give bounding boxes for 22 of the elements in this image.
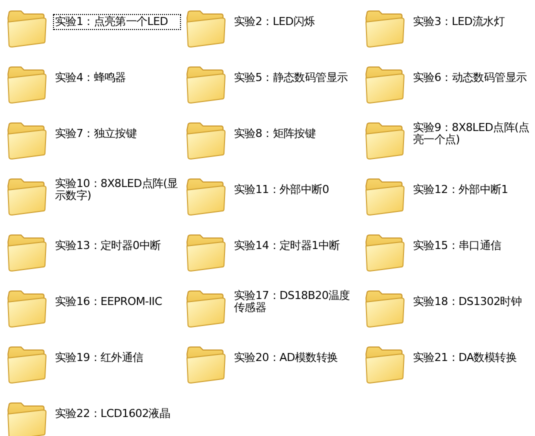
folder-name[interactable]: 实验4：蜂鸣器 xyxy=(53,70,181,86)
folder-name[interactable]: 实验5：静态数码管显示 xyxy=(232,70,360,86)
folder-name[interactable]: 实验19：红外通信 xyxy=(53,350,181,366)
folder-name[interactable]: 实验12：外部中断1 xyxy=(411,182,535,198)
folder-name[interactable]: 实验15：串口通信 xyxy=(411,238,535,254)
folder-name[interactable]: 实验13：定时器0中断 xyxy=(53,238,181,254)
folder-name[interactable]: 实验8：矩阵按键 xyxy=(232,126,360,142)
folder-name[interactable]: 实验17：DS18B20温度传感器 xyxy=(232,288,360,316)
folder-name[interactable]: 实验18：DS1302时钟 xyxy=(411,294,535,310)
folder-name[interactable]: 实验3：LED流水灯 xyxy=(411,14,535,30)
folder-name[interactable]: 实验2：LED闪烁 xyxy=(232,14,360,30)
folder-name[interactable]: 实验6：动态数码管显示 xyxy=(411,70,535,86)
folder-name[interactable]: 实验16：EEPROM-IIC xyxy=(53,294,181,310)
folder-name[interactable]: 实验7：独立按键 xyxy=(53,126,181,142)
folder-name[interactable]: 实验11：外部中断0 xyxy=(232,182,360,198)
folder-name[interactable]: 实验22：LCD1602液晶 xyxy=(53,406,181,422)
folder-name[interactable]: 实验9：8X8LED点阵(点亮一个点) xyxy=(411,120,535,148)
folder-name[interactable]: 实验20：AD模数转换 xyxy=(232,350,360,366)
folder-name[interactable]: 实验21：DA数模转换 xyxy=(411,350,535,366)
folder-name[interactable]: 实验1：点亮第一个LED xyxy=(53,14,181,30)
folder-name[interactable]: 实验10：8X8LED点阵(显示数字) xyxy=(53,176,181,204)
folder-name[interactable]: 实验14：定时器1中断 xyxy=(232,238,360,254)
